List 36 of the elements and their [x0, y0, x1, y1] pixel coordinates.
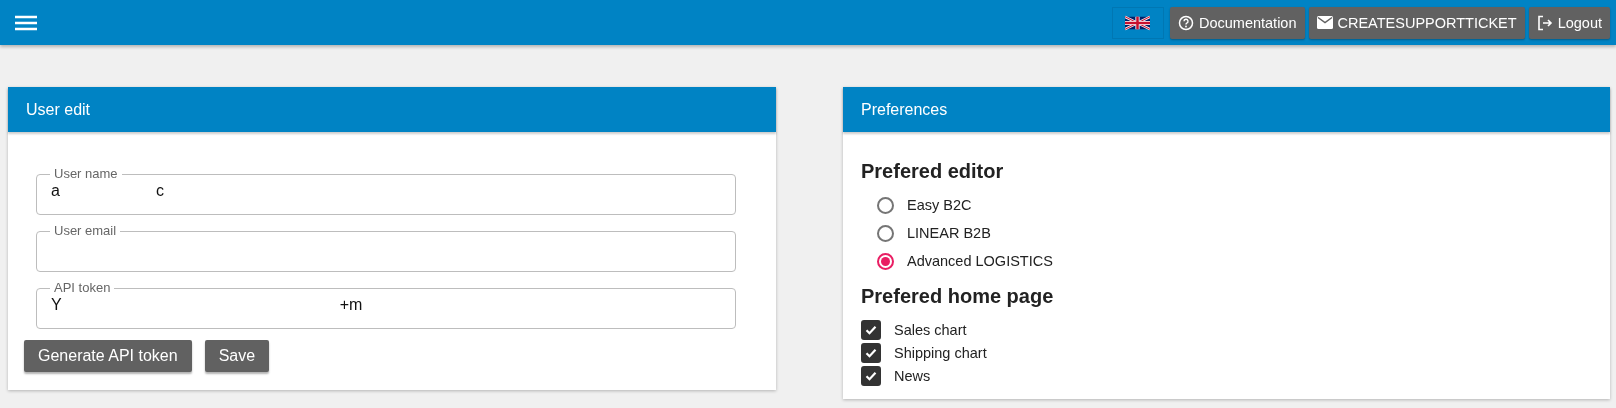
field-label: User name	[53, 169, 119, 179]
uk-flag-icon	[1125, 13, 1151, 32]
mail-icon	[1316, 16, 1333, 29]
radio-button[interactable]	[877, 196, 894, 214]
field-label: API token	[53, 283, 112, 293]
card-title: Preferences	[861, 100, 948, 119]
logout-icon	[1536, 14, 1553, 31]
radio-button[interactable]	[877, 252, 894, 270]
section-heading: Prefered home page	[861, 285, 1055, 308]
checkbox[interactable]	[861, 319, 881, 340]
option-label: Shipping chart	[894, 344, 987, 361]
text-field[interactable]: User email	[36, 226, 736, 272]
support-ticket-button[interactable]: CREATESUPPORTTICKET	[1308, 6, 1525, 39]
field-label: User email	[53, 226, 118, 236]
section-heading: Prefered editor	[861, 160, 1005, 183]
option-label: Easy B2C	[907, 197, 972, 213]
field-value: +m	[339, 296, 363, 313]
field-value: Y	[51, 296, 62, 313]
option-label: LINEAR B2B	[907, 225, 991, 241]
text-field[interactable]: API token Y +m	[36, 283, 736, 329]
generate-token-button[interactable]: Generate API token	[24, 340, 192, 372]
save-button[interactable]: Save	[204, 340, 270, 372]
menu-icon[interactable]	[15, 14, 37, 31]
logout-button[interactable]: Logout	[1528, 6, 1610, 39]
option-label: Advanced LOGISTICS	[907, 253, 1053, 269]
documentation-button[interactable]: Documentation	[1169, 6, 1305, 39]
field-value: a	[51, 182, 60, 199]
field-value: c	[155, 182, 164, 199]
checkbox[interactable]	[861, 342, 881, 363]
card-title: User edit	[26, 100, 91, 119]
option-label: News	[894, 367, 931, 384]
checkbox[interactable]	[861, 365, 881, 386]
text-field[interactable]: User name a c	[36, 169, 736, 215]
radio-button[interactable]	[877, 224, 894, 242]
help-icon	[1177, 14, 1194, 31]
option-label: Sales chart	[894, 321, 967, 338]
